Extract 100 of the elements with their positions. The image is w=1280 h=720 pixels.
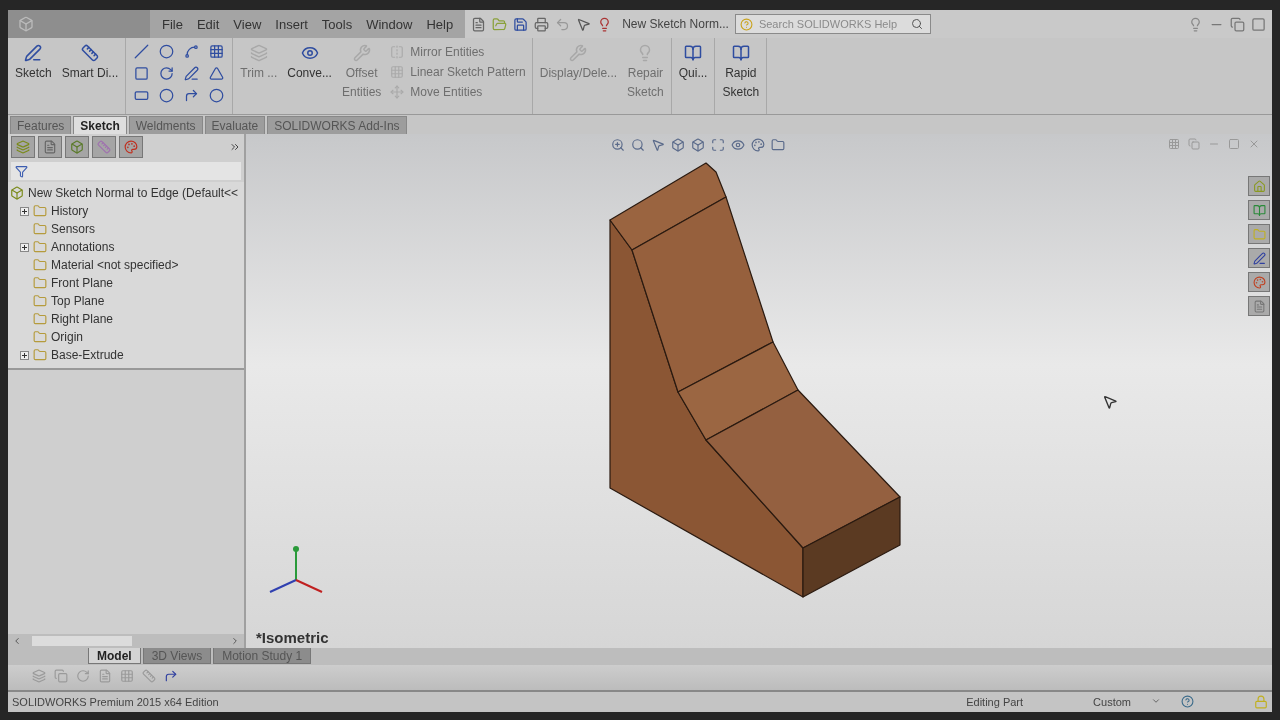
spline-icon[interactable] — [184, 44, 200, 59]
restore-icon[interactable] — [1228, 138, 1240, 150]
folder-icon — [1252, 227, 1266, 241]
tree-root[interactable]: New Sketch Normal to Edge (Default<< — [28, 186, 239, 200]
scrollbar[interactable] — [8, 634, 244, 648]
menu-item[interactable]: File — [156, 14, 189, 34]
rectangle-icon[interactable] — [134, 66, 150, 81]
rotate-icon[interactable] — [159, 66, 175, 81]
chevrons-right-icon[interactable] — [229, 141, 241, 153]
tile-icon[interactable] — [1168, 138, 1180, 150]
circle-icon[interactable] — [159, 44, 175, 59]
triangle-icon[interactable] — [209, 66, 225, 81]
ruler-icon[interactable] — [142, 669, 156, 683]
pen-icon[interactable] — [184, 66, 200, 81]
scroll-right-icon[interactable] — [230, 636, 240, 646]
layers-icon — [249, 44, 268, 62]
corner-icon[interactable] — [184, 88, 200, 103]
panel-tab[interactable] — [65, 136, 89, 158]
panel-tab[interactable] — [92, 136, 116, 158]
cube-icon[interactable] — [691, 138, 705, 152]
graphics-viewport[interactable]: *Isometric — [246, 134, 1272, 648]
tree-item[interactable]: Sensors — [51, 222, 96, 236]
search-icon — [910, 18, 923, 30]
expand-icon[interactable] — [20, 242, 29, 252]
save-icon[interactable] — [513, 16, 529, 32]
command-tab[interactable]: SOLIDWORKS Add-Ins — [267, 116, 407, 134]
expand-icon[interactable] — [20, 350, 29, 360]
folder-icon — [33, 312, 47, 326]
panel-tab[interactable] — [11, 136, 35, 158]
undo-icon[interactable] — [555, 16, 571, 32]
tree-item[interactable]: Material <not specified> — [51, 258, 179, 272]
eye-icon[interactable] — [731, 138, 745, 152]
open-folder-icon[interactable] — [492, 16, 508, 32]
home-icon — [1252, 179, 1266, 193]
panel-tab[interactable] — [119, 136, 143, 158]
menu-item[interactable]: Tools — [315, 14, 359, 34]
circle-icon[interactable] — [159, 88, 175, 103]
menu-item[interactable]: View — [227, 14, 268, 34]
folder-icon — [33, 276, 47, 290]
menu-item[interactable]: Insert — [269, 14, 314, 34]
command-tab[interactable]: Weldments — [128, 116, 203, 134]
task-pane-tab[interactable] — [1248, 224, 1270, 244]
menu-item[interactable]: Edit — [190, 14, 226, 34]
menu-item[interactable]: Window — [360, 14, 419, 34]
document-tab[interactable]: Model — [88, 648, 141, 664]
task-pane-tab[interactable] — [1248, 248, 1270, 268]
line-icon[interactable] — [134, 44, 150, 59]
units-selector[interactable]: Custom — [1093, 696, 1131, 708]
restore-icon[interactable] — [1230, 16, 1245, 32]
copy-icon[interactable] — [54, 669, 68, 683]
pointer-icon[interactable] — [651, 138, 665, 152]
caret-icon[interactable] — [1151, 696, 1161, 706]
book-icon — [731, 44, 750, 62]
filter-icon[interactable] — [15, 164, 28, 178]
tree-item[interactable]: Base-Extrude — [51, 348, 124, 362]
tree-item[interactable]: Origin — [51, 330, 83, 344]
command-button[interactable]: Sketch — [12, 42, 55, 85]
grid-icon[interactable] — [209, 44, 225, 59]
command-tab[interactable]: Sketch — [73, 116, 127, 134]
expand-icon[interactable] — [20, 206, 29, 216]
print-icon[interactable] — [534, 16, 550, 32]
tree-item[interactable]: Top Plane — [51, 294, 105, 308]
scroll-left-icon[interactable] — [12, 636, 22, 646]
task-pane-tab[interactable] — [1248, 200, 1270, 220]
command-button[interactable]: Smart Di... — [58, 42, 122, 85]
list-icon[interactable] — [98, 669, 112, 683]
corner-icon[interactable] — [164, 669, 178, 683]
zoom-icon[interactable] — [631, 138, 645, 152]
book-icon — [684, 44, 703, 62]
zoom-icon[interactable] — [611, 138, 625, 152]
command-tab[interactable]: Features — [10, 116, 72, 134]
palette-icon[interactable] — [751, 138, 765, 152]
tree-item[interactable]: Annotations — [51, 240, 115, 254]
pointer-icon[interactable] — [576, 16, 592, 32]
folder-icon[interactable] — [771, 138, 785, 152]
tree-item[interactable]: History — [51, 204, 89, 218]
maximize-icon[interactable] — [711, 138, 725, 152]
task-pane-tab[interactable] — [1248, 272, 1270, 292]
layers-icon[interactable] — [32, 669, 46, 683]
command-button[interactable]: Qui... — [675, 42, 711, 85]
list-icon — [43, 140, 57, 154]
tree-item[interactable]: Right Plane — [51, 312, 114, 326]
task-pane-tab[interactable] — [1248, 176, 1270, 196]
close-icon[interactable] — [1248, 138, 1260, 150]
tile-icon[interactable] — [1188, 138, 1200, 150]
help-icon[interactable] — [1181, 694, 1194, 708]
command-tab[interactable]: Evaluate — [204, 116, 266, 134]
command-button[interactable]: Rapid Sketch — [719, 42, 763, 104]
cube-icon[interactable] — [671, 138, 685, 152]
new-document-icon[interactable] — [471, 16, 487, 32]
menu-item[interactable]: Help — [420, 14, 460, 34]
task-pane-tab[interactable] — [1248, 296, 1270, 316]
maximize-icon[interactable] — [1251, 16, 1266, 32]
command-button[interactable]: Conve... — [284, 42, 335, 85]
panel-tab[interactable] — [38, 136, 62, 158]
slot-icon[interactable] — [134, 88, 150, 103]
pen-icon — [1252, 251, 1266, 265]
tree-item[interactable]: Front Plane — [51, 276, 114, 290]
search-field[interactable]: Search SOLIDWORKS Help — [734, 14, 931, 34]
lightbulb-icon[interactable] — [1188, 16, 1203, 32]
